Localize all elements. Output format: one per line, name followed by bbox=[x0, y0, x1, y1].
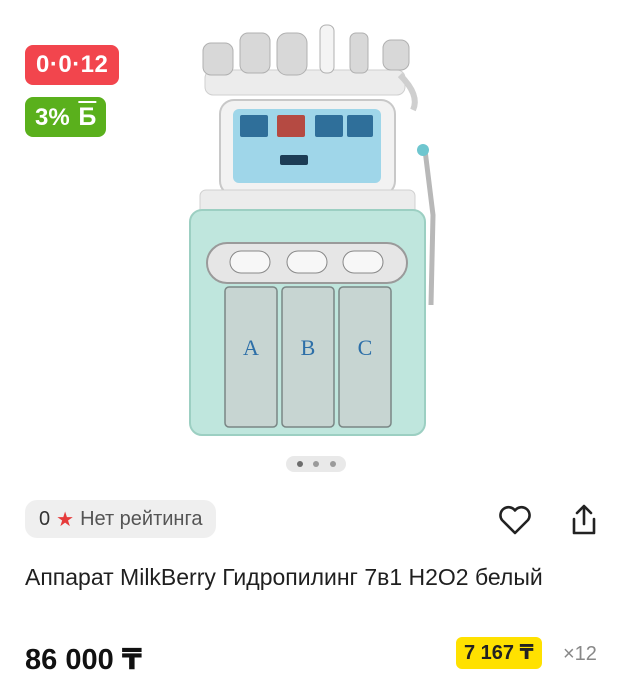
installment-badge: 0·0·12 bbox=[25, 45, 120, 85]
svg-text:B: B bbox=[301, 335, 316, 360]
bonus-badge: 3% Б bbox=[25, 97, 107, 137]
gallery-pagination[interactable] bbox=[286, 456, 346, 472]
gallery-dot[interactable] bbox=[296, 461, 303, 467]
share-icon[interactable] bbox=[566, 502, 602, 538]
star-icon: ★ bbox=[56, 508, 75, 531]
installment-label: 0·0·12 bbox=[36, 51, 109, 78]
product-price: 86 000 ₸ bbox=[25, 644, 142, 676]
bonus-symbol: Б bbox=[78, 103, 97, 131]
svg-text:C: C bbox=[358, 335, 373, 360]
monthly-payment-badge[interactable]: 7 167 ₸ bbox=[456, 637, 542, 669]
gallery-dot[interactable] bbox=[329, 461, 336, 467]
bonus-percent: 3% bbox=[35, 104, 70, 131]
product-image[interactable]: A B C bbox=[185, 15, 445, 445]
rating-chip[interactable]: 0 ★ Нет рейтинга bbox=[25, 500, 217, 538]
installment-months: ×12 bbox=[563, 643, 597, 665]
rating-label: Нет рейтинга bbox=[80, 507, 203, 530]
product-gallery[interactable]: A B C 0·0·12 3% Б bbox=[0, 0, 631, 480]
rating-count: 0 bbox=[39, 507, 51, 530]
gallery-dot[interactable] bbox=[313, 461, 319, 467]
heart-icon[interactable] bbox=[497, 502, 533, 538]
product-title: Аппарат MilkBerry Гидропилинг 7в1 H2O2 б… bbox=[25, 564, 543, 590]
svg-text:A: A bbox=[243, 335, 259, 360]
